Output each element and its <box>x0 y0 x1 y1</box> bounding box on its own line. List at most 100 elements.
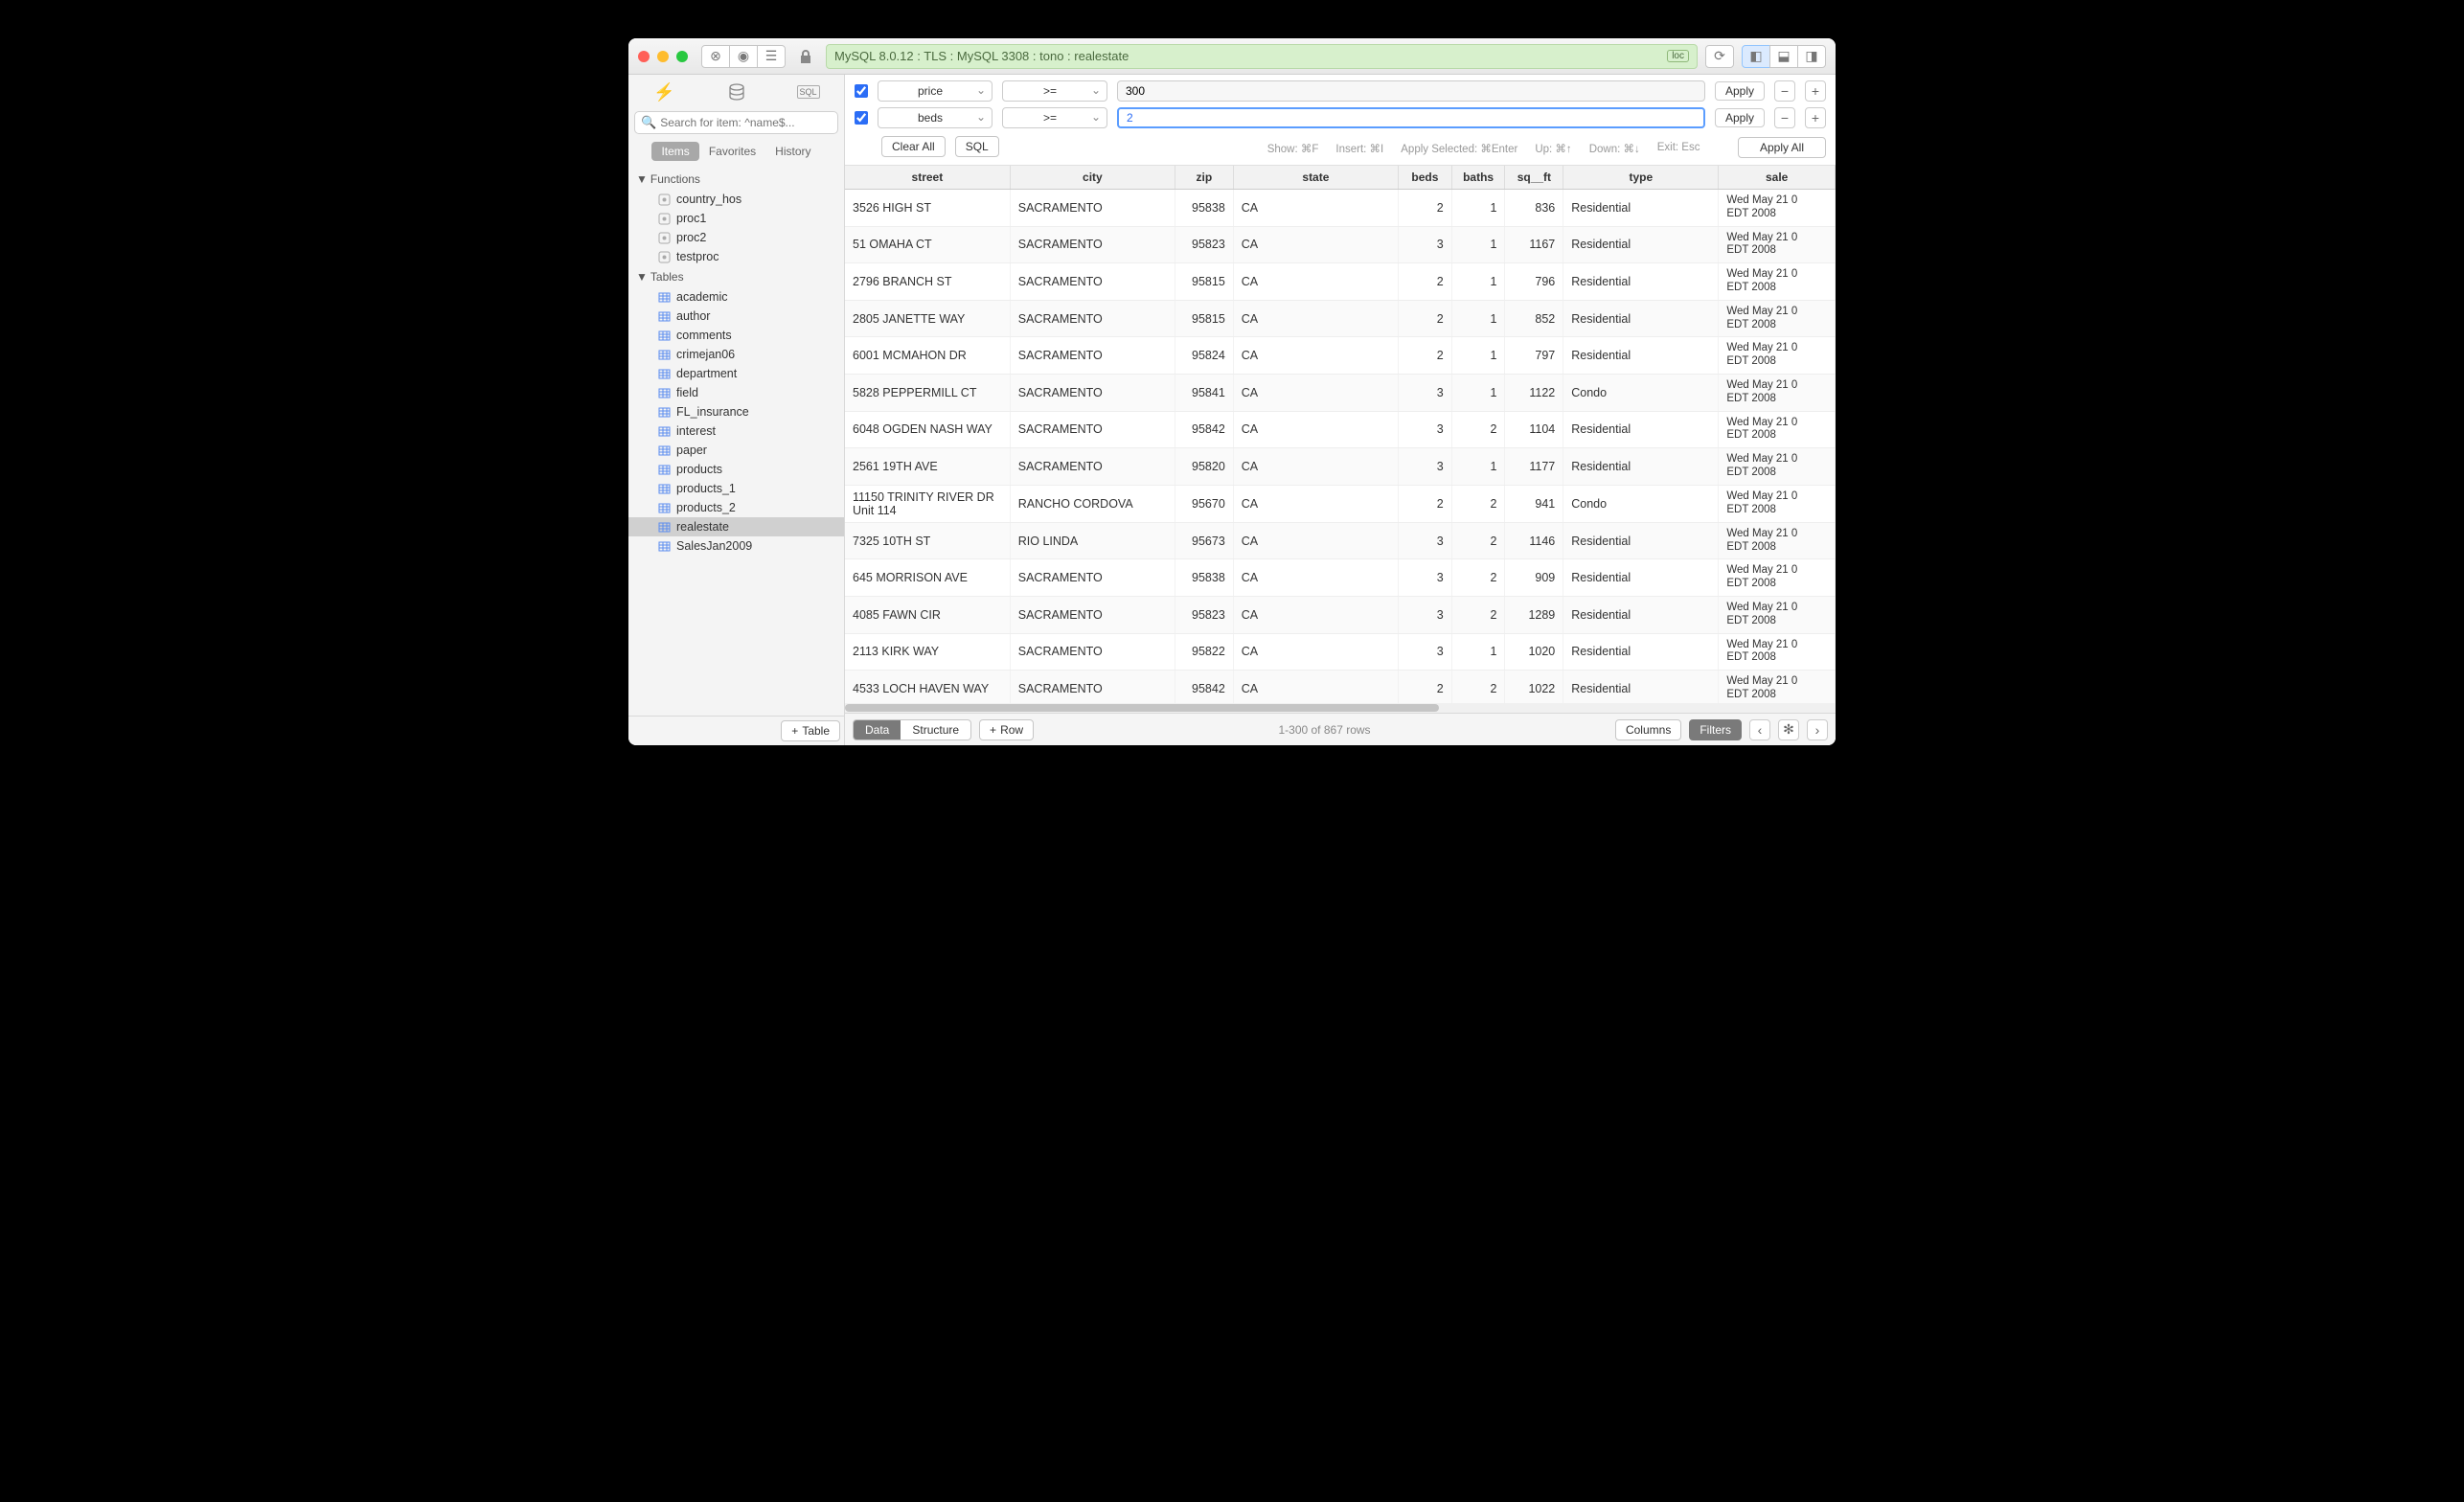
filter-apply-button[interactable]: Apply <box>1715 81 1765 101</box>
table-scroll[interactable]: streetcityzipstatebedsbathssq__fttypesal… <box>845 166 1836 703</box>
table-row[interactable]: 11150 TRINITY RIVER DR Unit 114RANCHO CO… <box>845 485 1836 522</box>
plus-icon: + <box>990 723 996 737</box>
filter-add-button[interactable]: + <box>1805 80 1826 102</box>
column-header-baths[interactable]: baths <box>1451 166 1505 190</box>
table-row[interactable]: 7325 10TH STRIO LINDA95673CA321146Reside… <box>845 522 1836 559</box>
sidebar-item-crimejan06[interactable]: crimejan06 <box>628 345 844 364</box>
sidebar-item-interest[interactable]: interest <box>628 421 844 441</box>
table-row[interactable]: 2561 19TH AVESACRAMENTO95820CA311177Resi… <box>845 448 1836 486</box>
filter-remove-button[interactable]: − <box>1774 80 1795 102</box>
layout-right-button[interactable]: ◨ <box>1797 45 1826 68</box>
table-row[interactable]: 2796 BRANCH STSACRAMENTO95815CA21796Resi… <box>845 263 1836 301</box>
plug-tab[interactable]: ⚡ <box>653 80 676 103</box>
tab-data[interactable]: Data <box>854 720 901 740</box>
add-row-label: Row <box>1000 723 1023 737</box>
function-icon <box>657 231 671 244</box>
clear-all-button[interactable]: Clear All <box>881 136 946 157</box>
reload-button[interactable]: ⟳ <box>1705 45 1734 68</box>
sidebar-item-department[interactable]: department <box>628 364 844 383</box>
table-icon <box>657 386 671 399</box>
filter-value-input[interactable] <box>1117 107 1705 128</box>
filter-column-select[interactable]: beds <box>878 107 992 128</box>
tab-structure[interactable]: Structure <box>901 720 970 740</box>
database-tab[interactable] <box>725 80 748 103</box>
column-header-city[interactable]: city <box>1010 166 1175 190</box>
sidebar-item-FL_insurance[interactable]: FL_insurance <box>628 402 844 421</box>
sidebar-item-country_hos[interactable]: country_hos <box>628 190 844 209</box>
filter-apply-button[interactable]: Apply <box>1715 108 1765 127</box>
layout-sidebar-button[interactable]: ◧ <box>1742 45 1770 68</box>
filter-value-input[interactable] <box>1117 80 1705 102</box>
cell-baths: 1 <box>1451 337 1505 375</box>
lock-button[interactable] <box>793 44 818 69</box>
sql-tab[interactable]: SQL <box>797 80 820 103</box>
tree-group-tables[interactable]: ▼ Tables <box>628 266 844 287</box>
column-header-street[interactable]: street <box>845 166 1010 190</box>
filter-operator-select[interactable]: >= <box>1002 80 1107 102</box>
layout-bottom-button[interactable]: ⬓ <box>1769 45 1798 68</box>
column-header-type[interactable]: type <box>1563 166 1719 190</box>
sidebar-item-products[interactable]: products <box>628 460 844 479</box>
stop-button[interactable]: ⊗ <box>701 45 730 68</box>
scrollbar-thumb[interactable] <box>845 704 1439 712</box>
sidebar-item-SalesJan2009[interactable]: SalesJan2009 <box>628 536 844 556</box>
filters-button[interactable]: Filters <box>1689 719 1742 740</box>
sidebar-item-realestate[interactable]: realestate <box>628 517 844 536</box>
filter-column-select[interactable]: price <box>878 80 992 102</box>
table-row[interactable]: 2113 KIRK WAYSACRAMENTO95822CA311020Resi… <box>845 633 1836 671</box>
horizontal-scrollbar[interactable] <box>845 703 1836 713</box>
filter-enable-checkbox[interactable] <box>855 111 868 125</box>
close-window-button[interactable] <box>638 51 650 62</box>
cell-type: Residential <box>1563 226 1719 263</box>
table-row[interactable]: 645 MORRISON AVESACRAMENTO95838CA32909Re… <box>845 559 1836 597</box>
add-table-button[interactable]: + Table <box>781 720 840 741</box>
column-header-sale[interactable]: sale <box>1719 166 1836 190</box>
sql-button[interactable]: SQL <box>955 136 999 157</box>
sidebar-item-paper[interactable]: paper <box>628 441 844 460</box>
table-row[interactable]: 3526 HIGH STSACRAMENTO95838CA21836Reside… <box>845 190 1836 227</box>
sidebar-item-author[interactable]: author <box>628 307 844 326</box>
table-row[interactable]: 5828 PEPPERMILL CTSACRAMENTO95841CA31112… <box>845 374 1836 411</box>
sidebar-item-academic[interactable]: academic <box>628 287 844 307</box>
sidebar-item-proc1[interactable]: proc1 <box>628 209 844 228</box>
sidebar-item-field[interactable]: field <box>628 383 844 402</box>
table-row[interactable]: 6001 MCMAHON DRSACRAMENTO95824CA21797Res… <box>845 337 1836 375</box>
sidebar-item-products_1[interactable]: products_1 <box>628 479 844 498</box>
table-row[interactable]: 4533 LOCH HAVEN WAYSACRAMENTO95842CA2210… <box>845 671 1836 703</box>
prev-page-button[interactable]: ‹ <box>1749 719 1770 740</box>
table-row[interactable]: 51 OMAHA CTSACRAMENTO95823CA311167Reside… <box>845 226 1836 263</box>
filter-operator-select[interactable]: >= <box>1002 107 1107 128</box>
sidebar-item-products_2[interactable]: products_2 <box>628 498 844 517</box>
table-row[interactable]: 4085 FAWN CIRSACRAMENTO95823CA321289Resi… <box>845 596 1836 633</box>
preview-button[interactable]: ◉ <box>729 45 758 68</box>
add-row-button[interactable]: + Row <box>979 719 1034 740</box>
column-header-sq__ft[interactable]: sq__ft <box>1505 166 1563 190</box>
mode-history[interactable]: History <box>765 142 820 161</box>
disclosure-icon: ▼ <box>636 172 648 186</box>
filter-remove-button[interactable]: − <box>1774 107 1795 128</box>
sidebar-item-comments[interactable]: comments <box>628 326 844 345</box>
list-button[interactable]: ☰ <box>757 45 786 68</box>
filter-add-button[interactable]: + <box>1805 107 1826 128</box>
minimize-window-button[interactable] <box>657 51 669 62</box>
settings-button[interactable]: ✻ <box>1778 719 1799 740</box>
zoom-window-button[interactable] <box>676 51 688 62</box>
mode-favorites[interactable]: Favorites <box>699 142 765 161</box>
sidebar-item-testproc[interactable]: testproc <box>628 247 844 266</box>
sidebar-item-proc2[interactable]: proc2 <box>628 228 844 247</box>
columns-button[interactable]: Columns <box>1615 719 1681 740</box>
column-header-beds[interactable]: beds <box>1399 166 1452 190</box>
table-row[interactable]: 2805 JANETTE WAYSACRAMENTO95815CA21852Re… <box>845 300 1836 337</box>
next-page-button[interactable]: › <box>1807 719 1828 740</box>
mode-items[interactable]: Items <box>651 142 698 161</box>
apply-all-button[interactable]: Apply All <box>1738 137 1826 158</box>
table-row[interactable]: 6048 OGDEN NASH WAYSACRAMENTO95842CA3211… <box>845 411 1836 448</box>
column-header-state[interactable]: state <box>1233 166 1398 190</box>
cell-beds: 2 <box>1399 337 1452 375</box>
connection-bar: MySQL 8.0.12 : TLS : MySQL 3308 : tono :… <box>826 44 1698 69</box>
sidebar-search-input[interactable] <box>660 116 832 129</box>
sidebar-search[interactable]: 🔍 <box>634 111 838 134</box>
tree-group-functions[interactable]: ▼ Functions <box>628 169 844 190</box>
column-header-zip[interactable]: zip <box>1175 166 1234 190</box>
filter-enable-checkbox[interactable] <box>855 84 868 98</box>
